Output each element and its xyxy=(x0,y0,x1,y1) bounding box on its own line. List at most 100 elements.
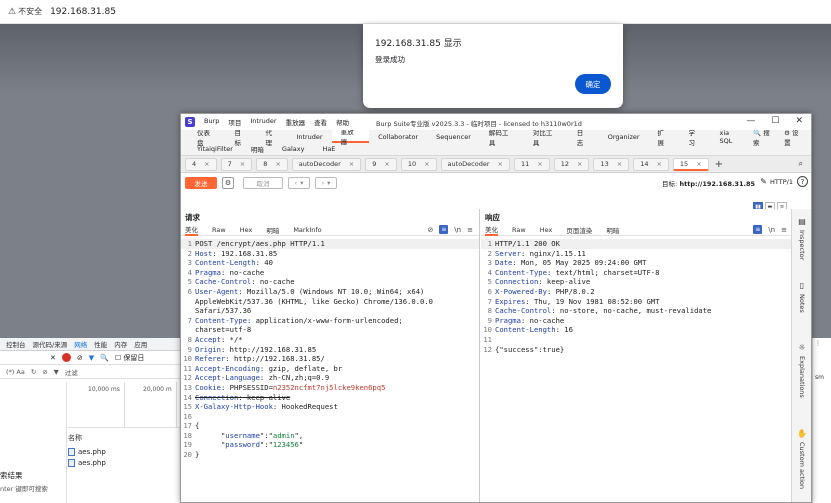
view-tab[interactable]: 美化 xyxy=(185,224,198,236)
maximize-icon[interactable]: ☐ xyxy=(771,116,779,126)
more-icon[interactable]: ⋮ xyxy=(815,340,821,347)
add-tab-icon[interactable]: + xyxy=(715,159,723,170)
main-tab[interactable]: 仪表盘 xyxy=(188,129,225,147)
menu-item[interactable]: 项目 xyxy=(228,117,241,127)
repeater-tab[interactable]: 11 × xyxy=(513,157,550,171)
main-tab[interactable]: 重放器 xyxy=(331,128,370,146)
wrap-icon[interactable]: ≡ xyxy=(753,225,763,234)
close-icon[interactable]: × xyxy=(349,160,354,168)
main-tab[interactable]: Sequencer xyxy=(427,130,480,143)
main-tab[interactable]: 学习 xyxy=(680,129,711,147)
devtools-tab[interactable]: 控制台 xyxy=(6,339,26,349)
extension-tab[interactable]: 明暗 xyxy=(242,144,273,154)
close-icon[interactable]: × xyxy=(424,160,429,168)
main-tab[interactable]: 代理 xyxy=(256,129,287,147)
menu-item[interactable]: Intruder xyxy=(250,117,276,127)
main-tab[interactable]: 解码工具 xyxy=(480,129,524,147)
menu-item[interactable]: 帮助 xyxy=(336,117,349,127)
close-icon[interactable]: × xyxy=(577,160,582,168)
view-tab[interactable]: 明暗 xyxy=(266,225,279,235)
view-tab[interactable]: Raw xyxy=(212,226,226,234)
help-icon[interactable]: ? xyxy=(797,176,808,187)
close-icon[interactable]: ✕ xyxy=(50,354,56,362)
repeater-tab[interactable]: 15 × xyxy=(672,157,709,171)
block-icon[interactable]: ⊘ xyxy=(42,368,47,376)
menu-icon[interactable]: ≡ xyxy=(781,226,787,234)
http-version-toggle[interactable]: HTTP/1 xyxy=(770,178,793,186)
response-editor[interactable]: 1 HTTP/1.1 200 OK 2 Server: nginx/1.15.11 3 D… xyxy=(481,239,793,502)
security-indicator[interactable]: ⚠ 不安全 xyxy=(8,6,42,17)
address-bar[interactable]: ⚠ 不安全 192.168.31.85 xyxy=(0,0,831,24)
clear-icon[interactable]: ⊘ xyxy=(77,354,83,362)
devtools-tab[interactable]: 应用 xyxy=(134,339,147,349)
edit-target-icon[interactable]: ✎ xyxy=(760,177,767,186)
view-tab[interactable]: 明暗 xyxy=(606,225,619,235)
main-tab[interactable]: xia SQL xyxy=(710,129,753,145)
repeater-tab[interactable]: 8 × xyxy=(256,157,288,171)
wrap-icon[interactable]: ≡ xyxy=(439,225,449,234)
menu-item[interactable]: 重放器 xyxy=(286,117,306,127)
devtools-tab[interactable]: 性能 xyxy=(94,339,107,349)
main-tab[interactable]: Intruder xyxy=(287,130,331,143)
request-row[interactable]: aes.php xyxy=(68,459,106,467)
name-column-header[interactable]: 名称 xyxy=(68,433,82,443)
history-back-button[interactable]: ‹ ▾ xyxy=(288,177,310,189)
view-tab[interactable]: 页面渲染 xyxy=(566,225,592,235)
devtools-tab[interactable]: 网络 xyxy=(74,339,87,349)
close-icon[interactable]: × xyxy=(656,160,661,168)
case-icon[interactable]: (*) Aa xyxy=(6,368,25,376)
menu-item[interactable]: Burp xyxy=(204,117,219,127)
repeater-tab[interactable]: 9 × xyxy=(365,157,397,171)
view-tab[interactable]: Hex xyxy=(240,226,253,234)
menu-icon[interactable]: ≡ xyxy=(467,226,473,234)
refresh-icon[interactable]: ↻ xyxy=(31,368,36,376)
hide-icon[interactable]: ⊘ xyxy=(427,226,433,234)
view-tab[interactable]: MarkInfo xyxy=(293,226,321,234)
more-icon[interactable]: sm xyxy=(815,374,824,381)
side-tab-notes[interactable]: ▯ Notes xyxy=(792,281,812,313)
menu-item[interactable]: 查看 xyxy=(314,117,327,127)
main-tab[interactable]: 日志 xyxy=(568,129,599,147)
extension-tab[interactable]: YitaiqiFilter xyxy=(188,145,242,153)
repeater-tab[interactable]: 7 × xyxy=(220,157,253,171)
repeater-tab[interactable]: 10 × xyxy=(400,157,437,171)
close-icon[interactable]: × xyxy=(617,160,622,168)
side-tab-explanations[interactable]: ☼ Explanations xyxy=(792,343,812,398)
view-tab[interactable]: 美化 xyxy=(485,224,498,236)
extension-tab[interactable]: HaE xyxy=(313,145,344,153)
side-tab-inspector[interactable]: ▤ Inspector xyxy=(792,217,812,260)
history-forward-button[interactable]: › ▾ xyxy=(315,177,337,189)
close-icon[interactable]: × xyxy=(240,160,245,168)
filter-icon[interactable]: ▼ xyxy=(89,354,94,362)
minimize-icon[interactable]: — xyxy=(746,116,755,126)
main-tab[interactable]: 目标 xyxy=(225,129,256,147)
devtools-tab[interactable]: 内存 xyxy=(114,339,127,349)
main-tab[interactable]: 扩展 xyxy=(649,129,680,147)
repeater-tab[interactable]: autoDecoder × xyxy=(291,157,362,171)
close-icon[interactable]: ✕ xyxy=(795,116,803,126)
search-icon[interactable]: 🔍 xyxy=(100,354,109,362)
repeater-tab[interactable]: 14 × xyxy=(633,157,669,171)
ok-button[interactable]: 确定 xyxy=(575,74,611,94)
url-text[interactable]: 192.168.31.85 xyxy=(50,7,116,17)
devtools-tab[interactable]: 源代码/来源 xyxy=(33,339,68,349)
network-timeline[interactable]: 10,000 ms 20,000 m xyxy=(68,382,180,428)
view-tab[interactable]: Hex xyxy=(540,226,553,234)
close-icon[interactable]: × xyxy=(537,160,542,168)
newline-icon[interactable]: \n xyxy=(454,226,461,234)
preserve-log-checkbox[interactable]: ☐ 保留日 xyxy=(115,353,145,363)
filter-input[interactable]: 过滤 xyxy=(65,367,78,377)
repeater-tab[interactable]: autoDecoder × xyxy=(440,157,510,171)
close-icon[interactable]: × xyxy=(498,160,503,168)
cancel-button[interactable]: 取消 xyxy=(243,177,283,189)
extension-tab[interactable]: Galaxy xyxy=(273,145,314,153)
repeater-tab[interactable]: 12 × xyxy=(553,157,590,171)
send-button[interactable]: 发送 xyxy=(185,177,217,189)
record-icon[interactable] xyxy=(61,353,71,362)
repeater-tab[interactable]: 4 × xyxy=(185,157,217,171)
close-icon[interactable]: × xyxy=(696,160,701,168)
close-icon[interactable]: × xyxy=(204,160,209,168)
view-tab[interactable]: Raw xyxy=(512,226,526,234)
newline-icon[interactable]: \n xyxy=(768,226,775,234)
side-tab-custom-action[interactable]: ✋ Custom action xyxy=(792,429,812,489)
